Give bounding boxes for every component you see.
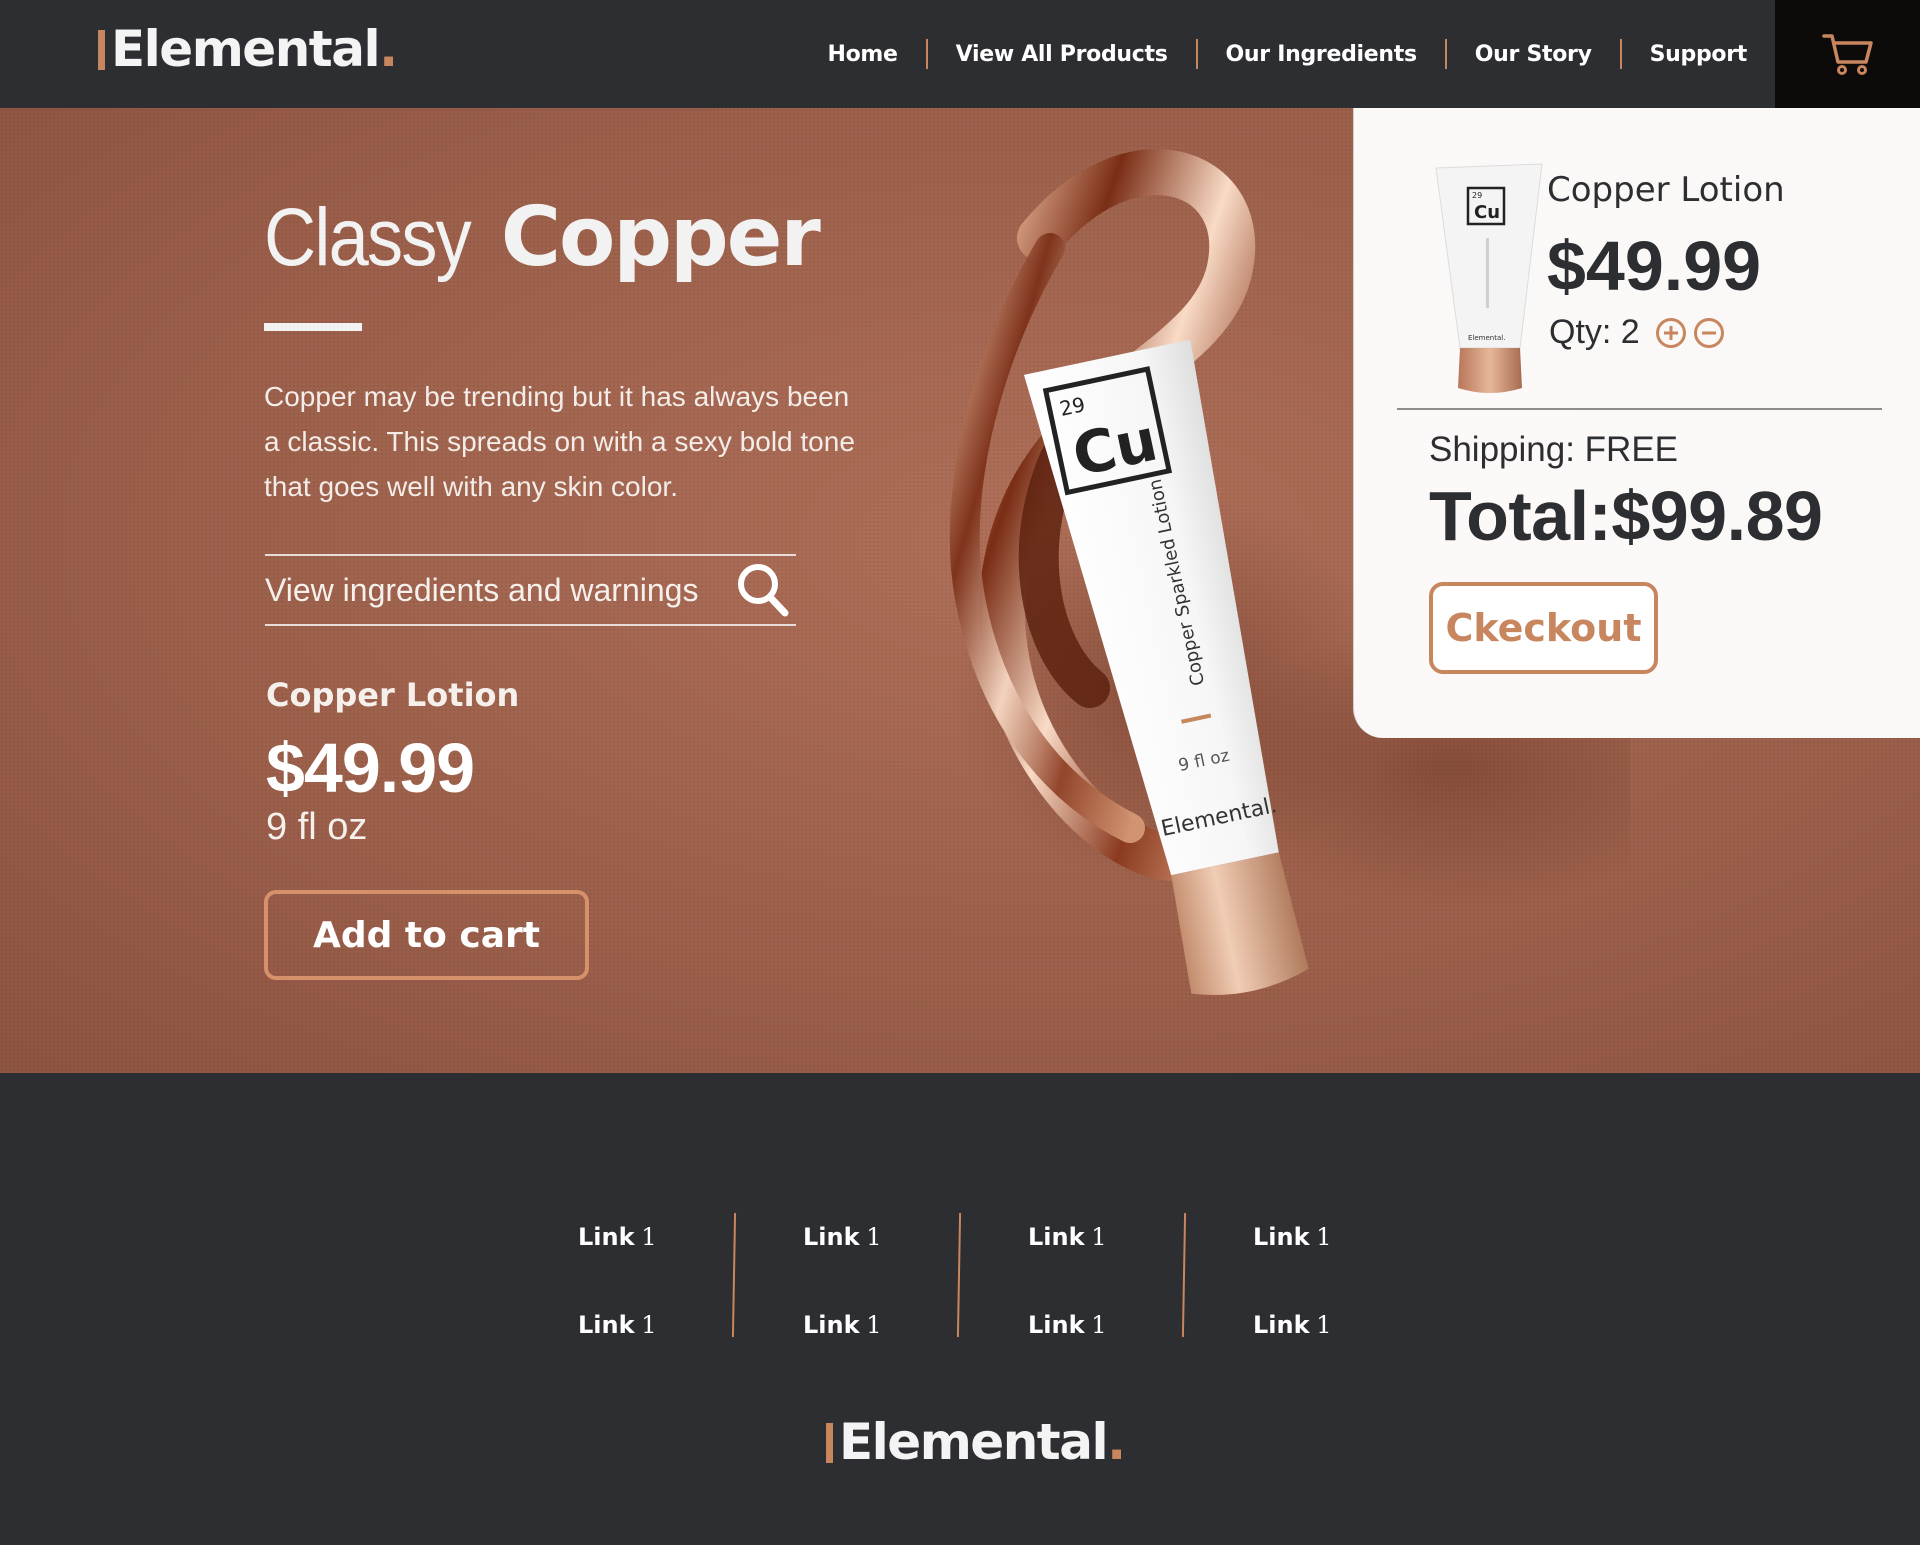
logo-bar [826, 1423, 833, 1463]
nav-separator [1619, 39, 1622, 69]
nav-separator [1195, 39, 1198, 69]
ingredients-link-label: View ingredients and warnings [265, 571, 699, 608]
cart-button[interactable] [1775, 0, 1920, 108]
minus-circle-icon [1701, 331, 1716, 334]
thumb-symbol: Cu [1474, 202, 1500, 223]
nav-our-story[interactable]: Our Story [1475, 42, 1592, 67]
footer-link[interactable]: Link 1 [1253, 1223, 1332, 1252]
footer-link[interactable]: Link 1 [1028, 1223, 1107, 1252]
hero-title-bold: Copper [500, 190, 821, 285]
header-logo[interactable]: Elemental . [98, 20, 398, 80]
footer-link[interactable]: Link 1 [578, 1223, 657, 1252]
plus-circle-icon [1663, 325, 1678, 340]
hero-title-light: Classy [264, 192, 472, 283]
nav-our-ingredients[interactable]: Our Ingredients [1226, 42, 1418, 67]
cart-total: Total:$99.89 [1429, 477, 1823, 555]
hero-title-underline [264, 323, 362, 331]
footer-link[interactable]: Link 1 [803, 1311, 882, 1340]
footer-logo[interactable]: Elemental . [826, 1413, 1126, 1473]
nav-home[interactable]: Home [827, 42, 897, 67]
checkout-button[interactable]: Ckeckout [1429, 582, 1658, 674]
cart-icon [1821, 34, 1873, 75]
hero-title: Classy Copper [264, 190, 821, 285]
product-price: $49.99 [266, 729, 475, 807]
nav-separator [1444, 39, 1447, 69]
thumb-brand: Elemental. [1468, 334, 1505, 342]
footer-column: Link 1 Link 1 [510, 1212, 737, 1340]
cart-divider [1397, 408, 1882, 410]
cart-qty-label: Qty: 2 [1549, 313, 1640, 351]
product-size: 9 fl oz [266, 806, 368, 848]
cart-item-price: $49.99 [1547, 227, 1762, 305]
product-name: Copper Lotion [266, 676, 520, 714]
hero-description: Copper may be trending but it has always… [264, 381, 855, 502]
nav-separator [925, 39, 928, 69]
footer-link[interactable]: Link 1 [1028, 1311, 1107, 1340]
add-to-cart-button[interactable]: Add to cart [264, 890, 589, 980]
cart-item-name: Copper Lotion [1547, 170, 1785, 210]
footer-link-grid: Link 1 Link 1 Link 1 Link 1 Link 1 Link … [510, 1212, 1410, 1340]
site-footer: Link 1 Link 1 Link 1 Link 1 Link 1 Link … [0, 1073, 1920, 1545]
logo-bar [98, 30, 105, 70]
nav-support[interactable]: Support [1650, 42, 1748, 67]
footer-column: Link 1 Link 1 [960, 1212, 1187, 1340]
footer-link[interactable]: Link 1 [1253, 1311, 1332, 1340]
search-icon [738, 564, 789, 617]
qty-increase-button[interactable] [1655, 317, 1686, 348]
thumb-atomic-number: 29 [1472, 191, 1482, 200]
nav-view-all-products[interactable]: View All Products [956, 42, 1168, 67]
main-nav: Home View All Products Our Ingredients O… [827, 0, 1747, 108]
footer-column: Link 1 Link 1 [735, 1212, 962, 1340]
qty-decrease-button[interactable] [1693, 317, 1724, 348]
logo-text: Elemental [839, 1413, 1109, 1471]
logo-dot: . [379, 20, 399, 78]
footer-link[interactable]: Link 1 [578, 1311, 657, 1340]
cart-shipping: Shipping: FREE [1429, 430, 1679, 469]
cart-item-thumbnail: 29 Cu Elemental. [1435, 163, 1543, 393]
logo-text: Elemental [111, 20, 381, 78]
logo-dot: . [1107, 1413, 1127, 1471]
cart-quantity: Qty: 2 [1549, 313, 1724, 352]
cart-dropdown: 29 Cu Elemental. Copper Lotion $49.99 Qt… [1353, 108, 1920, 738]
footer-link[interactable]: Link 1 [803, 1223, 882, 1252]
site-header: Elemental . Home View All Products Our I… [0, 0, 1920, 108]
ingredients-link[interactable]: View ingredients and warnings [265, 554, 796, 626]
footer-column: Link 1 Link 1 [1185, 1213, 1410, 1340]
